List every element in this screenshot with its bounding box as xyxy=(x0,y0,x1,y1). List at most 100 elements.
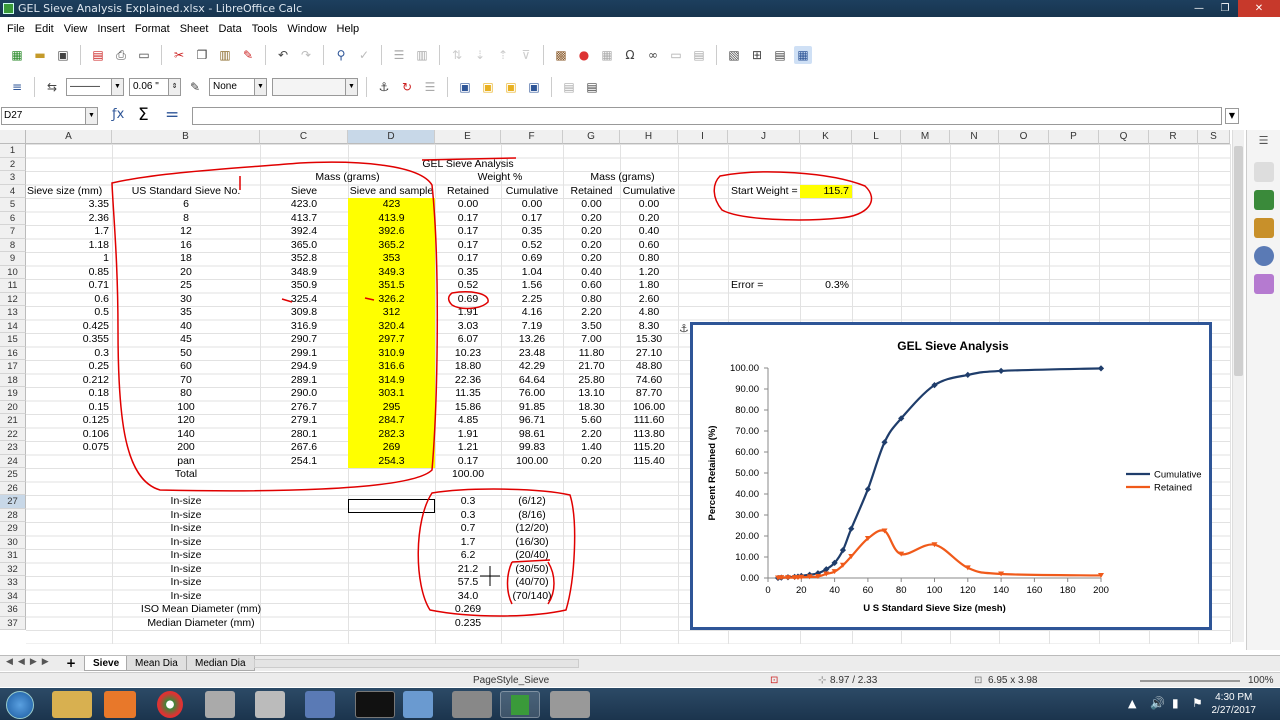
cumulative-percent-cell[interactable]: 0.00 xyxy=(501,198,563,212)
sieve-sample-cell[interactable]: 297.7 xyxy=(348,333,435,347)
paste-icon[interactable]: ▥ xyxy=(216,46,234,64)
retained-percent-cell[interactable]: 0.69 xyxy=(435,293,501,307)
row-header-4[interactable]: 4 xyxy=(0,184,26,198)
sieve-size-cell[interactable] xyxy=(26,455,112,469)
tray-arrow-icon[interactable]: ▲ xyxy=(1128,697,1136,710)
sieve-number-cell[interactable]: 20 xyxy=(112,266,260,280)
menu-view[interactable]: View xyxy=(59,20,93,38)
sieve-number-cell[interactable]: 35 xyxy=(112,306,260,320)
row-header-10[interactable]: 10 xyxy=(0,265,26,279)
sieve-size-cell[interactable]: 0.5 xyxy=(26,306,112,320)
sieve-size-cell[interactable]: 1.7 xyxy=(26,225,112,239)
error-label[interactable]: Error = xyxy=(728,279,800,293)
sieve-sample-cell[interactable]: 392.6 xyxy=(348,225,435,239)
functions-icon[interactable] xyxy=(1253,274,1274,294)
row-header-6[interactable]: 6 xyxy=(0,211,26,225)
retained-percent-cell[interactable]: 11.35 xyxy=(435,387,501,401)
row-header-28[interactable]: 28 xyxy=(0,508,26,522)
sieve-number-cell[interactable]: 200 xyxy=(112,441,260,455)
header-sieve[interactable]: Sieve xyxy=(260,185,348,199)
find-replace-icon[interactable]: ⚲ xyxy=(332,46,350,64)
to-background-icon[interactable]: ▤ xyxy=(560,78,578,96)
row-header-31[interactable]: 31 xyxy=(0,549,26,563)
taskbar-tool-icon[interactable] xyxy=(255,691,285,718)
row-header-22[interactable]: 22 xyxy=(0,427,26,441)
column-header-d[interactable]: D xyxy=(348,130,435,144)
header-cumulative[interactable]: Cumulative xyxy=(501,185,563,199)
median-value[interactable]: 0.235 xyxy=(435,617,501,631)
row-header-34[interactable]: 34 xyxy=(0,589,26,603)
insize-label-cell[interactable]: In-size xyxy=(112,563,260,577)
retained-percent-cell[interactable]: 10.23 xyxy=(435,347,501,361)
cumulative-mass-cell[interactable]: 48.80 xyxy=(620,360,678,374)
taskbar-calc-icon[interactable] xyxy=(500,691,540,718)
autofilter-icon[interactable]: ⊽ xyxy=(517,46,535,64)
cumulative-percent-cell[interactable]: 13.26 xyxy=(501,333,563,347)
insize-label-cell[interactable]: In-size xyxy=(112,509,260,523)
navigator-icon[interactable] xyxy=(1253,246,1274,266)
sieve-sample-cell[interactable]: 326.2 xyxy=(348,292,435,306)
median-label[interactable]: Median Diameter (mm) xyxy=(112,617,290,631)
insize-range-cell[interactable]: (20/40) xyxy=(501,549,563,563)
retained-percent-cell[interactable]: 1.91 xyxy=(435,306,501,320)
row-header-17[interactable]: 17 xyxy=(0,360,26,374)
retained-mass-cell[interactable]: 18.30 xyxy=(563,401,620,415)
line-width-field[interactable]: 0.06 " ⇕ xyxy=(129,78,181,96)
undo-icon[interactable]: ↶ xyxy=(274,46,292,64)
row-header-24[interactable]: 24 xyxy=(0,454,26,468)
horizontal-scrollbar[interactable] xyxy=(254,659,579,668)
sieve-size-cell[interactable]: 0.125 xyxy=(26,414,112,428)
taskbar-chrome-icon[interactable] xyxy=(157,691,183,718)
retained-percent-cell[interactable]: 0.52 xyxy=(435,279,501,293)
sieve-size-cell[interactable]: 0.15 xyxy=(26,401,112,415)
retained-mass-cell[interactable]: 21.70 xyxy=(563,360,620,374)
retained-percent-cell[interactable]: 4.85 xyxy=(435,414,501,428)
cumulative-mass-cell[interactable]: 0.60 xyxy=(620,239,678,253)
insize-value-cell[interactable]: 6.2 xyxy=(435,549,501,563)
formula-input[interactable] xyxy=(192,107,1222,125)
chart-object[interactable]: GEL Sieve Analysis 0.00 10.00 20.00 30.00 40.… xyxy=(690,322,1212,630)
print-preview-icon[interactable]: ▭ xyxy=(135,46,153,64)
header-weight-percent[interactable]: Weight % xyxy=(440,171,560,185)
cut-icon[interactable]: ✂ xyxy=(170,46,188,64)
select-all-corner[interactable] xyxy=(0,130,26,144)
cumulative-mass-cell[interactable]: 2.60 xyxy=(620,293,678,307)
taskbar-snip-icon[interactable] xyxy=(305,691,335,718)
name-box[interactable]: D27 ▼ xyxy=(1,107,98,125)
headers-footers-icon[interactable]: ▤ xyxy=(690,46,708,64)
cumulative-percent-cell[interactable]: 2.25 xyxy=(501,293,563,307)
header-sieve-and-sample[interactable]: Sieve and sample xyxy=(348,185,435,199)
vertical-scrollbar[interactable] xyxy=(1232,130,1244,642)
split-window-icon[interactable]: ▤ xyxy=(771,46,789,64)
line-color-icon[interactable]: ✎ xyxy=(186,78,204,96)
row-header-5[interactable]: 5 xyxy=(0,198,26,212)
retained-percent-cell[interactable]: 0.17 xyxy=(435,252,501,266)
sieve-number-cell[interactable]: 45 xyxy=(112,333,260,347)
retained-mass-cell[interactable]: 2.20 xyxy=(563,306,620,320)
sieve-mass-cell[interactable]: 348.9 xyxy=(260,266,348,280)
retained-mass-cell[interactable]: 13.10 xyxy=(563,387,620,401)
insize-value-cell[interactable]: 0.7 xyxy=(435,522,501,536)
menu-file[interactable]: File xyxy=(2,20,30,38)
sieve-sample-cell[interactable]: 320.4 xyxy=(348,319,435,333)
row-header-36[interactable]: 36 xyxy=(0,603,26,617)
sieve-sample-cell[interactable]: 365.2 xyxy=(348,238,435,252)
cumulative-mass-cell[interactable]: 1.80 xyxy=(620,279,678,293)
row-header-16[interactable]: 16 xyxy=(0,346,26,360)
sieve-number-cell[interactable]: 30 xyxy=(112,293,260,307)
cumulative-mass-cell[interactable]: 113.80 xyxy=(620,428,678,442)
row-header-9[interactable]: 9 xyxy=(0,252,26,266)
column-header-n[interactable]: N xyxy=(950,130,999,144)
line-style-combo[interactable]: ——— ▼ xyxy=(66,78,124,96)
cumulative-mass-cell[interactable]: 115.40 xyxy=(620,455,678,469)
column-header-l[interactable]: L xyxy=(852,130,901,144)
insize-label-cell[interactable]: In-size xyxy=(112,590,260,604)
formula-equals-icon[interactable]: = xyxy=(165,105,179,125)
vertical-scroll-thumb[interactable] xyxy=(1234,146,1243,376)
taskbar-cmd-icon[interactable] xyxy=(355,691,395,718)
sieve-sample-cell[interactable]: 353 xyxy=(348,252,435,266)
properties-icon[interactable] xyxy=(1253,162,1274,182)
sieve-size-cell[interactable]: 1 xyxy=(26,252,112,266)
sieve-number-cell[interactable]: 50 xyxy=(112,347,260,361)
sieve-mass-cell[interactable]: 350.9 xyxy=(260,279,348,293)
